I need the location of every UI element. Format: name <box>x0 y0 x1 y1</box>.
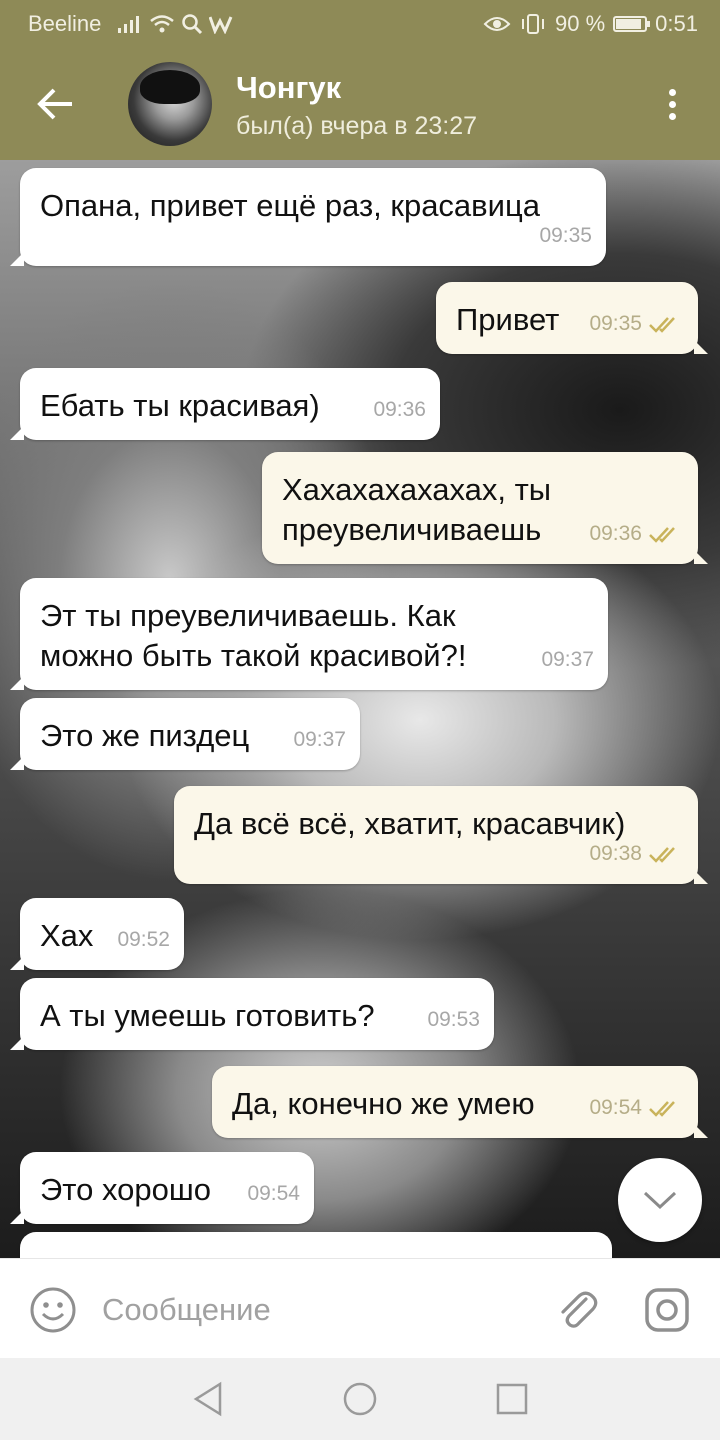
back-button[interactable] <box>30 82 80 126</box>
message-meta: 09:35 <box>589 304 682 344</box>
message-meta: 09:38 <box>589 834 682 874</box>
message-text: Привет <box>456 302 560 337</box>
message-bubble-incoming[interactable]: Опана, привет ещё раз, красавица 09:35 <box>10 168 606 266</box>
status-icons <box>117 13 233 35</box>
message-bubble-outgoing[interactable]: Хахахахахахах, ты преувеличиваешь 09:36 <box>262 452 708 564</box>
nav-recent-icon <box>496 1383 528 1415</box>
wifi-icon <box>149 14 175 34</box>
chevron-down-icon <box>643 1191 677 1210</box>
message-time: 09:54 <box>247 1182 300 1205</box>
emoji-icon <box>30 1287 76 1333</box>
app-w-icon <box>209 14 233 34</box>
message-bubble-incoming[interactable]: Это же пиздец 09:37 <box>10 698 360 770</box>
eye-icon <box>483 14 511 34</box>
message-bubble-outgoing[interactable]: Привет 09:35 <box>436 282 708 354</box>
nav-home-button[interactable] <box>342 1380 378 1418</box>
nav-back-icon <box>193 1381 222 1417</box>
message-text: Хахахахахахах, ты преувеличиваешь <box>282 472 552 547</box>
clock: 0:51 <box>655 11 698 36</box>
message-meta: 09:54 <box>247 1174 300 1214</box>
message-meta: 09:37 <box>541 640 594 680</box>
double-check-icon <box>649 847 675 863</box>
message-bubble-partial[interactable] <box>20 1232 612 1258</box>
search-icon <box>181 13 203 35</box>
contact-name[interactable]: Чонгук <box>236 70 341 106</box>
nav-recent-button[interactable] <box>494 1380 530 1418</box>
avatar[interactable] <box>128 62 212 146</box>
battery-fill <box>616 19 642 29</box>
emoji-button[interactable] <box>28 1285 78 1335</box>
status-right: 90 % 0:51 <box>483 11 698 37</box>
message-text: Это хорошо <box>40 1172 211 1207</box>
message-text: А ты умеешь готовить? <box>40 998 375 1033</box>
camera-button[interactable] <box>642 1285 692 1335</box>
battery-percent: 90 % <box>555 11 606 36</box>
message-bubble-incoming[interactable]: А ты умеешь готовить? 09:53 <box>10 978 494 1050</box>
message-meta: 09:53 <box>427 1000 480 1040</box>
message-bubble-incoming[interactable]: Хах 09:52 <box>10 898 184 970</box>
message-text: Это же пиздец <box>40 718 250 753</box>
signal-icon <box>117 14 143 34</box>
message-time: 09:35 <box>589 312 642 335</box>
message-meta: 09:36 <box>589 514 682 554</box>
more-vert-icon[interactable] <box>660 84 684 128</box>
message-text: Эт ты преувеличиваешь. Как можно быть та… <box>40 598 467 673</box>
message-meta: 09:52 <box>117 920 170 960</box>
message-bubble-outgoing[interactable]: Да всё всё, хватит, красавчик) 09:38 <box>174 786 708 884</box>
message-bubble-incoming[interactable]: Ебать ты красивая) 09:36 <box>10 368 440 440</box>
message-input[interactable] <box>100 1283 524 1337</box>
message-meta: 09:37 <box>293 720 346 760</box>
message-time: 09:37 <box>293 728 346 751</box>
message-time: 09:38 <box>589 842 642 865</box>
message-time: 09:36 <box>373 398 426 421</box>
message-time: 09:52 <box>117 928 170 951</box>
system-nav-bar <box>0 1358 720 1440</box>
vibrate-icon <box>519 13 547 35</box>
nav-home-icon <box>343 1382 377 1416</box>
message-text: Да, конечно же умею <box>232 1086 535 1121</box>
message-meta: 09:35 <box>539 216 592 256</box>
chat-messages[interactable]: Опана, привет ещё раз, красавица 09:35 При… <box>0 160 720 1258</box>
message-time: 09:53 <box>427 1008 480 1031</box>
back-arrow-icon <box>37 88 72 120</box>
scroll-down-button[interactable] <box>618 1158 702 1242</box>
camera-icon <box>645 1288 689 1332</box>
message-meta: 09:54 <box>589 1088 682 1128</box>
contact-last-seen: был(а) вчера в 23:27 <box>236 112 478 140</box>
message-bubble-incoming[interactable]: Эт ты преувеличиваешь. Как можно быть та… <box>10 578 608 690</box>
chat-header: Чонгук был(а) вчера в 23:27 <box>0 48 720 160</box>
double-check-icon <box>649 1101 675 1117</box>
message-time: 09:36 <box>589 522 642 545</box>
message-text: Ебать ты красивая) <box>40 388 320 423</box>
message-text: Опана, привет ещё раз, красавица <box>40 188 540 223</box>
battery-icon <box>613 16 651 32</box>
double-check-icon <box>649 317 675 333</box>
message-time: 09:54 <box>589 1096 642 1119</box>
message-time: 09:35 <box>539 224 592 247</box>
message-text: Да всё всё, хватит, красавчик) <box>194 806 626 841</box>
attach-icon <box>561 1291 598 1328</box>
message-bubble-outgoing[interactable]: Да, конечно же умею 09:54 <box>212 1066 708 1138</box>
message-input-bar <box>0 1258 720 1358</box>
message-meta: 09:36 <box>373 390 426 430</box>
double-check-icon <box>649 527 675 543</box>
carrier-name: Beeline <box>28 11 102 36</box>
message-time: 09:37 <box>541 648 594 671</box>
attach-button[interactable] <box>552 1285 602 1335</box>
status-bar: Beeline 90 % 0:51 <box>0 0 720 48</box>
message-text: Хах <box>40 918 94 953</box>
message-bubble-incoming[interactable]: Это хорошо 09:54 <box>10 1152 314 1224</box>
nav-back-button[interactable] <box>190 1380 226 1418</box>
